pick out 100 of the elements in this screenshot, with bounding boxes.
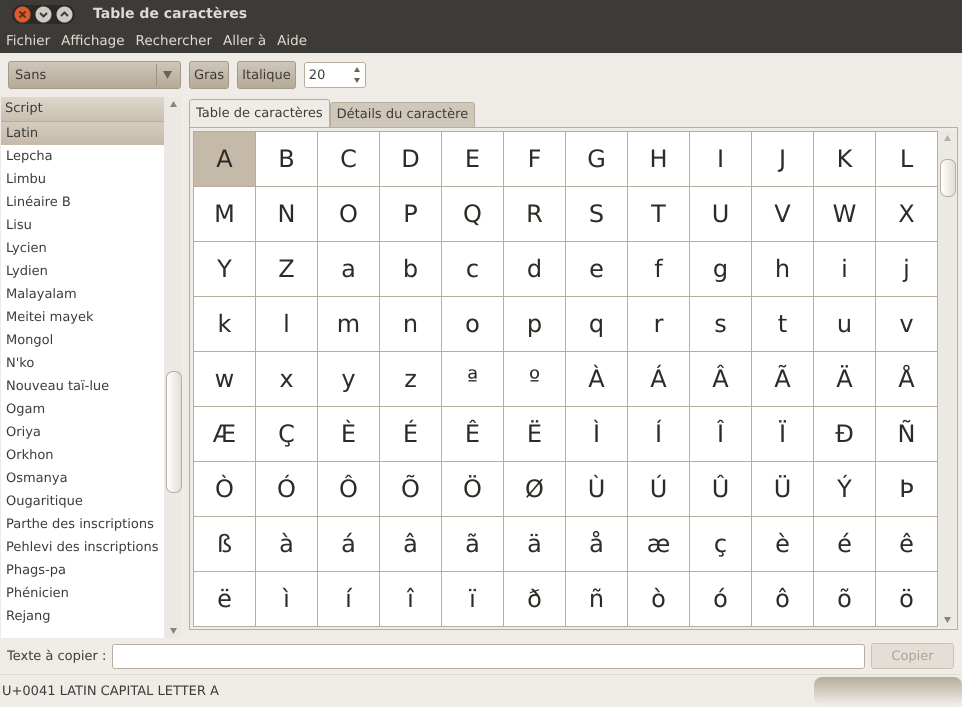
script-list-item[interactable]: Osmanya (1, 467, 164, 490)
scroll-thumb[interactable] (166, 371, 182, 493)
character-cell[interactable]: M (194, 187, 256, 242)
menu-item[interactable]: Fichier (0, 32, 56, 48)
character-cell[interactable]: Ú (628, 462, 690, 517)
script-list-item[interactable]: Lepcha (1, 145, 164, 168)
character-cell[interactable]: E (442, 132, 504, 187)
character-cell[interactable]: á (318, 517, 380, 572)
character-cell[interactable]: Ã (752, 352, 814, 407)
script-list-item[interactable]: Rejang (1, 605, 164, 628)
character-cell[interactable]: Ï (752, 407, 814, 462)
character-cell[interactable]: O (318, 187, 380, 242)
character-cell[interactable]: w (194, 352, 256, 407)
script-list-item[interactable]: Linéaire B (1, 191, 164, 214)
character-cell[interactable]: Ý (814, 462, 876, 517)
character-cell[interactable]: F (504, 132, 566, 187)
character-cell[interactable]: Í (628, 407, 690, 462)
character-cell[interactable]: Û (690, 462, 752, 517)
character-cell[interactable]: p (504, 297, 566, 352)
menu-item[interactable]: Aller à (217, 32, 272, 48)
character-cell[interactable]: â (380, 517, 442, 572)
minimize-icon[interactable] (35, 6, 52, 22)
script-list-item[interactable]: Ougaritique (1, 490, 164, 513)
character-cell[interactable]: Z (256, 242, 318, 297)
character-cell[interactable]: ä (504, 517, 566, 572)
menu-item[interactable]: Aide (271, 32, 312, 48)
character-cell[interactable]: i (814, 242, 876, 297)
character-cell[interactable]: Ë (504, 407, 566, 462)
script-list-item[interactable]: Phénicien (1, 582, 164, 605)
character-cell[interactable]: n (380, 297, 442, 352)
character-cell[interactable]: r (628, 297, 690, 352)
script-list-item[interactable]: Ogam (1, 398, 164, 421)
character-cell[interactable]: b (380, 242, 442, 297)
script-list-item[interactable]: Mongol (1, 329, 164, 352)
script-list-item[interactable]: Malayalam (1, 283, 164, 306)
character-cell[interactable]: í (318, 572, 380, 627)
character-cell[interactable]: ë (194, 572, 256, 627)
character-cell[interactable]: z (380, 352, 442, 407)
character-cell[interactable]: È (318, 407, 380, 462)
character-cell[interactable]: ò (628, 572, 690, 627)
character-cell[interactable]: U (690, 187, 752, 242)
character-cell[interactable]: ó (690, 572, 752, 627)
scroll-down-icon[interactable] (170, 628, 176, 634)
character-cell[interactable]: I (690, 132, 752, 187)
character-cell[interactable]: ð (504, 572, 566, 627)
scrollbar[interactable] (938, 131, 956, 627)
character-cell[interactable]: H (628, 132, 690, 187)
character-cell[interactable]: Ó (256, 462, 318, 517)
character-cell[interactable]: V (752, 187, 814, 242)
character-cell[interactable]: d (504, 242, 566, 297)
menu-item[interactable]: Affichage (55, 32, 130, 48)
copy-text-field[interactable] (112, 644, 865, 668)
character-cell[interactable]: m (318, 297, 380, 352)
scroll-up-icon[interactable] (170, 101, 176, 107)
script-list-item[interactable]: N'ko (1, 352, 164, 375)
character-cell[interactable]: A (194, 132, 256, 187)
character-cell[interactable]: Ì (566, 407, 628, 462)
script-list-item[interactable]: Pehlevi des inscriptions (1, 536, 164, 559)
character-cell[interactable]: C (318, 132, 380, 187)
script-list-item[interactable]: Meitei mayek (1, 306, 164, 329)
character-cell[interactable]: ì (256, 572, 318, 627)
script-list-item[interactable]: Latin (1, 122, 164, 145)
character-cell[interactable]: D (380, 132, 442, 187)
character-cell[interactable]: G (566, 132, 628, 187)
tab[interactable]: Détails du caractère (330, 102, 476, 127)
character-cell[interactable]: Đ (814, 407, 876, 462)
italic-button[interactable]: Italique (237, 61, 296, 89)
character-cell[interactable]: l (256, 297, 318, 352)
character-cell[interactable]: f (628, 242, 690, 297)
bold-button[interactable]: Gras (189, 61, 230, 89)
character-cell[interactable]: å (566, 517, 628, 572)
character-cell[interactable]: Á (628, 352, 690, 407)
maximize-icon[interactable] (56, 6, 73, 22)
character-cell[interactable]: ã (442, 517, 504, 572)
script-list-item[interactable]: Oriya (1, 421, 164, 444)
character-cell[interactable]: ß (194, 517, 256, 572)
character-cell[interactable]: Ø (504, 462, 566, 517)
script-list-item[interactable]: Nouveau taï-lue (1, 375, 164, 398)
character-cell[interactable]: Ê (442, 407, 504, 462)
script-list-item[interactable]: Lisu (1, 214, 164, 237)
character-cell[interactable]: ñ (566, 572, 628, 627)
spin-arrows-icon[interactable] (352, 66, 361, 84)
character-cell[interactable]: î (380, 572, 442, 627)
script-list-item[interactable]: Phags-pa (1, 559, 164, 582)
character-cell[interactable]: õ (814, 572, 876, 627)
script-list-item[interactable]: Lycien (1, 237, 164, 260)
character-cell[interactable]: º (504, 352, 566, 407)
character-cell[interactable]: É (380, 407, 442, 462)
character-cell[interactable]: æ (628, 517, 690, 572)
font-dropdown[interactable]: Sans (8, 61, 181, 89)
scroll-up-icon[interactable] (944, 135, 950, 141)
character-cell[interactable]: T (628, 187, 690, 242)
character-cell[interactable]: R (504, 187, 566, 242)
close-icon[interactable] (14, 6, 31, 22)
character-cell[interactable]: à (256, 517, 318, 572)
character-cell[interactable]: t (752, 297, 814, 352)
menu-item[interactable]: Rechercher (130, 32, 217, 48)
character-cell[interactable]: Õ (380, 462, 442, 517)
character-cell[interactable]: s (690, 297, 752, 352)
character-cell[interactable]: Î (690, 407, 752, 462)
